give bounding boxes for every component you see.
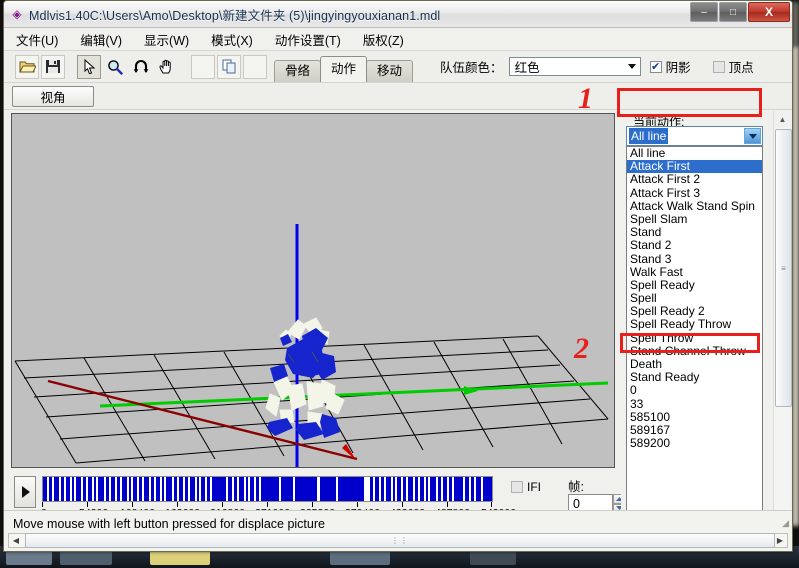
list-item[interactable]: Walk Fast: [627, 265, 762, 279]
title-bar[interactable]: ◈ Mdlvis1.40C:\Users\Amo\Desktop\新建文件夹 (…: [4, 1, 792, 28]
list-item[interactable]: Attack Walk Stand Spin: [627, 199, 762, 213]
toolbar: 骨络 动作 移动 队伍颜色： 红色 ✔ 阴影 顶点: [4, 51, 792, 83]
status-message: Move mouse with left button pressed for …: [13, 517, 325, 531]
vertex-label: 顶点: [728, 61, 754, 75]
menu-item-copyright[interactable]: 版权(Z): [361, 29, 406, 50]
scrollbar-thumb[interactable]: ≡: [775, 129, 792, 407]
rotate-icon[interactable]: [129, 55, 153, 79]
application-window: ◈ Mdlvis1.40C:\Users\Amo\Desktop\新建文件夹 (…: [3, 0, 793, 552]
view-angle-button[interactable]: 视角: [12, 85, 94, 107]
checkbox-box: [511, 481, 523, 493]
list-item[interactable]: 589200: [627, 436, 762, 450]
save-file-icon[interactable]: [41, 54, 65, 79]
panel-vertical-scrollbar[interactable]: ▲ ≡ ▼: [773, 111, 792, 551]
ifi-checkbox[interactable]: IFI: [511, 480, 541, 494]
checkbox-box: [712, 60, 725, 73]
menu-item-edit[interactable]: 编辑(V): [78, 29, 124, 50]
open-file-icon[interactable]: [15, 54, 39, 79]
mode-tabs: 骨络 动作 移动: [274, 51, 414, 82]
blank-button-left[interactable]: [191, 54, 215, 79]
pan-hand-icon[interactable]: [155, 55, 179, 79]
resize-grip-icon[interactable]: ◢: [782, 518, 789, 529]
minimize-button[interactable]: –: [690, 2, 718, 22]
checkbox-box: ✔: [649, 60, 662, 73]
chevron-down-icon[interactable]: [744, 128, 761, 144]
menu-item-file[interactable]: 文件(U): [14, 29, 60, 50]
menu-bar: 文件(U) 编辑(V) 显示(W) 模式(X) 动作设置(T) 版权(Z): [4, 28, 792, 51]
list-item[interactable]: Spell Throw: [627, 331, 762, 345]
team-color-combobox[interactable]: 红色: [508, 57, 641, 76]
list-item[interactable]: Attack First 2: [627, 173, 762, 186]
window-controls: – □ X: [690, 2, 790, 22]
select-arrow-icon[interactable]: [77, 54, 101, 79]
list-item[interactable]: 0: [627, 384, 762, 397]
ifi-label: IFI: [527, 480, 541, 494]
main-body: 0 54200 108400 162600 216800 271000 3252…: [4, 110, 792, 551]
tab-bones[interactable]: 骨络: [274, 60, 322, 82]
current-action-combobox[interactable]: All line: [626, 126, 763, 146]
scrollbar-thumb[interactable]: ⋮⋮: [25, 533, 775, 548]
combobox-value: All line: [629, 128, 669, 144]
list-item[interactable]: 585100: [627, 410, 762, 424]
team-color-value: 红色: [514, 61, 540, 75]
tab-move[interactable]: 移动: [366, 60, 414, 82]
shadow-label: 阴影: [665, 61, 691, 75]
viewport-canvas: [12, 114, 614, 467]
sub-toolbar: 视角: [4, 83, 792, 110]
maximize-button[interactable]: □: [719, 2, 747, 22]
scroll-left-icon[interactable]: ◀: [9, 536, 23, 545]
tab-animation[interactable]: 动作: [320, 56, 368, 82]
team-color-label: 队伍颜色：: [440, 61, 503, 75]
frame-label: 帧:: [568, 480, 584, 494]
zoom-magnifier-icon[interactable]: [103, 55, 127, 79]
list-item[interactable]: Stand 2: [627, 239, 762, 252]
animation-listbox[interactable]: All line Attack First Attack First 2 Att…: [626, 146, 763, 528]
close-button[interactable]: X: [748, 2, 790, 22]
animation-panel: 当前动作: All line All line Attack First Att…: [621, 111, 771, 528]
copy-icon[interactable]: [217, 54, 241, 79]
3d-viewport[interactable]: [11, 113, 615, 468]
list-item[interactable]: 33: [627, 397, 762, 411]
shadow-checkbox[interactable]: ✔ 阴影: [649, 57, 691, 76]
scroll-up-icon[interactable]: ▲: [774, 111, 791, 127]
vertex-checkbox[interactable]: 顶点: [712, 57, 754, 76]
list-item[interactable]: Attack First 3: [627, 186, 762, 200]
menu-item-mode[interactable]: 模式(X): [209, 29, 255, 50]
chevron-down-icon: [627, 64, 636, 69]
mdlvis-logo-icon: ◈: [12, 7, 22, 21]
play-triangle-icon[interactable]: [14, 476, 36, 508]
keyframe-track[interactable]: [42, 476, 493, 502]
scroll-right-icon[interactable]: ▶: [773, 536, 787, 545]
stand-ready-list-item[interactable]: Stand Ready: [627, 370, 762, 384]
window-title: Mdlvis1.40C:\Users\Amo\Desktop\新建文件夹 (5)…: [29, 8, 441, 23]
list-item[interactable]: Spell Ready Throw: [627, 318, 762, 331]
status-bar: Move mouse with left button pressed for …: [4, 510, 792, 551]
window-horizontal-scrollbar[interactable]: ◀ ⋮⋮ ▶: [8, 533, 788, 548]
keyframe-bars: [43, 477, 492, 501]
list-item[interactable]: Stand 3: [627, 252, 762, 266]
menu-item-animation-settings[interactable]: 动作设置(T): [273, 29, 343, 50]
blank-button-right[interactable]: [243, 54, 267, 79]
menu-item-view[interactable]: 显示(W): [142, 29, 191, 50]
